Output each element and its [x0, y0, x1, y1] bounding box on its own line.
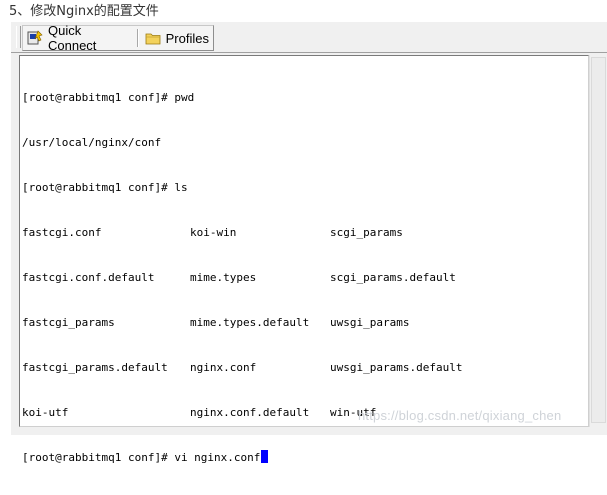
ls-entry: fastcgi_params [22, 316, 115, 329]
ls-entry: fastcgi.conf [22, 226, 102, 239]
page-heading: 5、修改Nginx的配置文件 [9, 4, 159, 19]
vertical-scrollbar[interactable] [589, 55, 607, 427]
ls-row: fastcgi_params.default nginx.conf uwsgi_pa… [22, 360, 462, 375]
watermark: https://blog.csdn.net/qixiang_chen [358, 408, 562, 423]
folder-icon [145, 30, 162, 46]
quick-connect-label: Quick Connect [48, 23, 97, 53]
profiles-button[interactable]: Profiles [141, 27, 213, 49]
quick-connect-icon [27, 30, 44, 46]
terminal-line: [root@rabbitmq1 conf]# ls [22, 181, 188, 194]
ls-entry: fastcgi.conf.default [22, 271, 155, 284]
toolbar-separator [136, 29, 139, 47]
ls-entry: uwsgi_params.default [330, 361, 463, 374]
ls-row: fastcgi_params mime.types.default uwsgi_pa… [22, 315, 462, 330]
ls-entry: koi-utf [22, 406, 69, 419]
terminal-output: [root@rabbitmq1 conf]# pwd /usr/local/ng… [22, 60, 462, 495]
terminal-screen[interactable]: [root@rabbitmq1 conf]# pwd /usr/local/ng… [19, 55, 589, 464]
profiles-label: Profiles [165, 30, 209, 46]
ls-row: fastcgi.conf koi-win scgi_params [22, 225, 462, 240]
terminal-line: [root@rabbitmq1 conf]# vi nginx.conf [22, 450, 462, 465]
ls-entry: nginx.conf [190, 361, 257, 374]
terminal-line: [root@rabbitmq1 conf]# pwd [22, 91, 195, 104]
ls-entry: uwsgi_params [330, 316, 410, 329]
terminal-command: [root@rabbitmq1 conf]# vi nginx.conf [22, 451, 261, 464]
ls-row: fastcgi.conf.default mime.types scgi_param… [22, 270, 462, 285]
ls-entry: fastcgi_params.default [22, 361, 168, 374]
scrollbar-thumb[interactable] [591, 57, 606, 423]
terminal-line: /usr/local/nginx/conf [22, 136, 162, 149]
ssh-client-window: Quick Connect Profiles [root@rabbitmq1 c… [11, 22, 607, 464]
ls-entry: mime.types.default [190, 316, 310, 329]
quick-connect-button[interactable]: Quick Connect [23, 23, 135, 53]
ls-entry: mime.types [190, 271, 257, 284]
ls-entry: koi-win [190, 226, 237, 239]
toolbar-grip[interactable] [16, 26, 21, 48]
terminal-cursor [261, 450, 269, 463]
ls-entry: scgi_params [330, 226, 403, 239]
toolbar-button-group: Quick Connect Profiles [22, 23, 214, 53]
toolbar: Quick Connect Profiles [11, 22, 607, 53]
ls-entry: nginx.conf.default [190, 406, 310, 419]
ls-entry: scgi_params.default [330, 271, 456, 284]
